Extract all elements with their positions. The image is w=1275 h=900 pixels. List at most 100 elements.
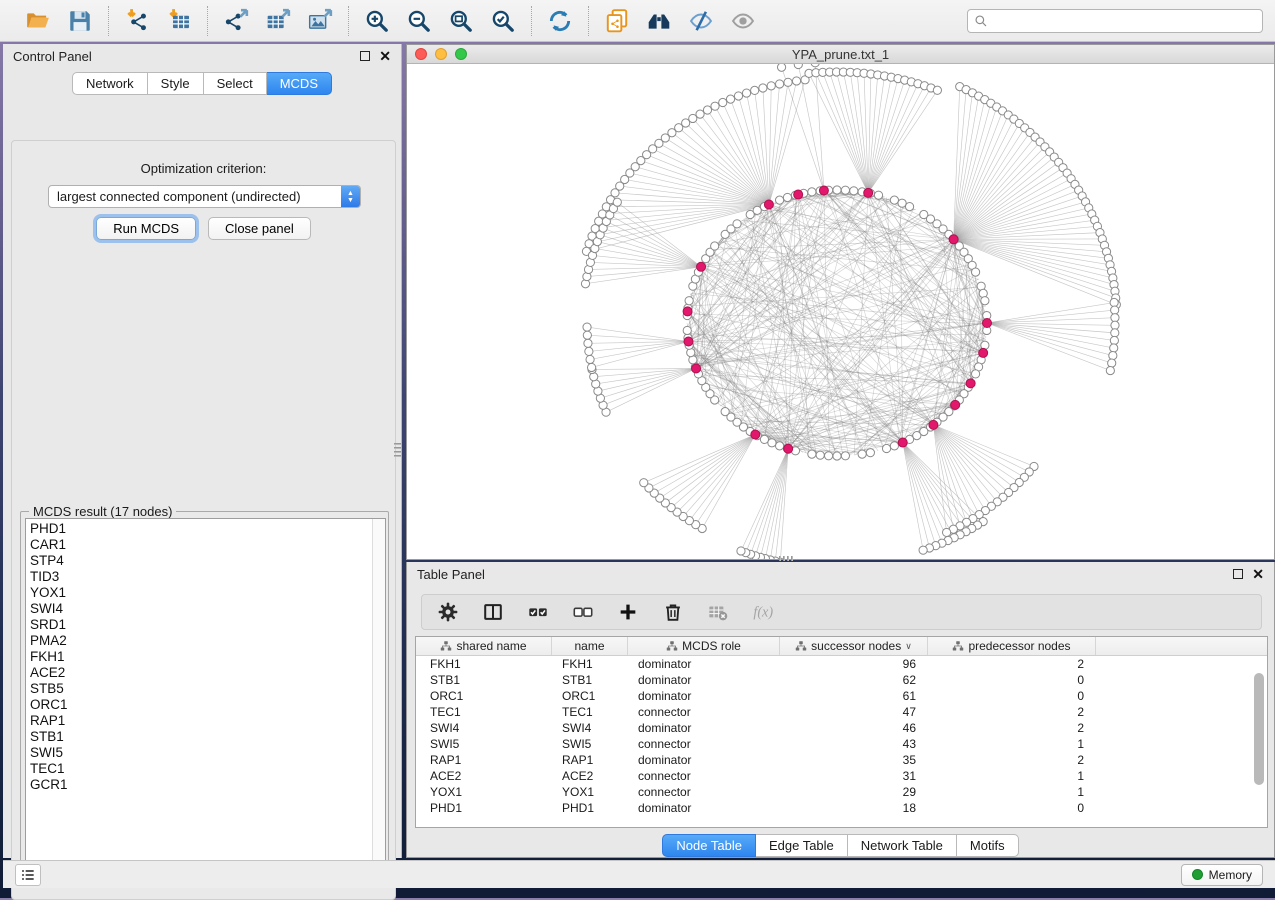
table-body: FKH1FKH1dominator962STB1STB1dominator620… (416, 656, 1267, 816)
memory-status-icon (1192, 869, 1203, 880)
network-canvas[interactable] (407, 64, 1274, 559)
sitemap-icon (795, 640, 807, 652)
tab-node-table[interactable]: Node Table (662, 834, 756, 857)
table-row[interactable]: FKH1FKH1dominator962 (416, 656, 1267, 672)
vertical-splitter[interactable] (394, 443, 401, 461)
delete-column-icon[interactable] (659, 598, 687, 626)
export-table-icon[interactable] (264, 7, 292, 35)
tab-network-table[interactable]: Network Table (848, 834, 957, 857)
mcds-result-title: MCDS result (17 nodes) (29, 504, 176, 519)
tab-network[interactable]: Network (72, 72, 148, 95)
tab-motifs[interactable]: Motifs (957, 834, 1019, 857)
mcds-result-item[interactable]: ORC1 (30, 697, 372, 713)
table-panel: Table Panel ✕ f(x) shared namenameMCDS r… (406, 562, 1275, 858)
zoom-fit-icon[interactable] (447, 7, 475, 35)
cell-MCDS-role: connector (628, 737, 780, 751)
zoom-in-icon[interactable] (363, 7, 391, 35)
mcds-result-item[interactable]: YOX1 (30, 585, 372, 601)
cell-name: FKH1 (552, 657, 628, 671)
mcds-result-item[interactable]: STB1 (30, 729, 372, 745)
horizontal-splitter[interactable] (779, 556, 797, 561)
table-row[interactable]: YOX1YOX1connector291 (416, 784, 1267, 800)
run-mcds-button[interactable]: Run MCDS (96, 217, 196, 240)
tab-select[interactable]: Select (204, 72, 267, 95)
mcds-result-item[interactable]: FKH1 (30, 649, 372, 665)
mcds-result-item[interactable]: PHD1 (30, 521, 372, 537)
table-scrollbar[interactable] (1253, 659, 1265, 823)
cell-name: SWI5 (552, 737, 628, 751)
close-panel-button[interactable]: Close panel (208, 217, 311, 240)
mcds-result-item[interactable]: RAP1 (30, 713, 372, 729)
search-input[interactable] (992, 14, 1256, 28)
hide-panel-icon[interactable] (687, 7, 715, 35)
table-row[interactable]: STB1STB1dominator620 (416, 672, 1267, 688)
mcds-result-item[interactable]: STP4 (30, 553, 372, 569)
mcds-result-item[interactable]: CAR1 (30, 537, 372, 553)
close-table-panel-icon[interactable]: ✕ (1252, 569, 1264, 579)
import-network-icon[interactable] (123, 7, 151, 35)
table-row[interactable]: PHD1PHD1dominator180 (416, 800, 1267, 816)
zoom-selected-icon[interactable] (489, 7, 517, 35)
gear-icon[interactable] (434, 598, 462, 626)
table-row[interactable]: TEC1TEC1connector472 (416, 704, 1267, 720)
memory-button[interactable]: Memory (1181, 864, 1263, 886)
table-panel-title: Table Panel (417, 567, 485, 582)
mcds-result-list[interactable]: PHD1CAR1STP4TID3YOX1SWI4SRD1PMA2FKH1ACE2… (25, 518, 386, 882)
search-binoculars-icon[interactable] (645, 7, 673, 35)
mcds-result-item[interactable]: SWI5 (30, 745, 372, 761)
close-panel-icon[interactable]: ✕ (379, 51, 391, 61)
cell-shared-name: FKH1 (416, 657, 552, 671)
criterion-select[interactable]: largest connected component (undirected)… (48, 185, 361, 208)
columns-icon[interactable] (479, 598, 507, 626)
mcds-result-item[interactable]: TEC1 (30, 761, 372, 777)
cell-MCDS-role: connector (628, 705, 780, 719)
cell-name: STB1 (552, 673, 628, 687)
mcds-result-item[interactable]: SRD1 (30, 617, 372, 633)
delete-table-icon (704, 598, 732, 626)
tab-style[interactable]: Style (148, 72, 204, 95)
table-row[interactable]: ORC1ORC1dominator610 (416, 688, 1267, 704)
mcds-result-item[interactable]: TID3 (30, 569, 372, 585)
mcds-result-item[interactable]: STB5 (30, 681, 372, 697)
deselect-all-icon[interactable] (569, 598, 597, 626)
cell-shared-name: RAP1 (416, 753, 552, 767)
column-header-shared-name[interactable]: shared name (416, 637, 552, 655)
select-all-icon[interactable] (524, 598, 552, 626)
network-doc-icon[interactable] (603, 7, 631, 35)
network-titlebar[interactable]: YPA_prune.txt_1 (407, 45, 1274, 64)
table-scrollbar-thumb[interactable] (1254, 673, 1264, 785)
float-table-panel-icon[interactable] (1233, 569, 1243, 579)
cell-shared-name: TEC1 (416, 705, 552, 719)
tab-mcds[interactable]: MCDS (267, 72, 332, 95)
table-row[interactable]: SWI4SWI4dominator462 (416, 720, 1267, 736)
task-history-button[interactable] (15, 864, 41, 886)
open-file-icon[interactable] (24, 7, 52, 35)
refresh-icon[interactable] (546, 7, 574, 35)
add-column-icon[interactable] (614, 598, 642, 626)
mcds-result-group: MCDS result (17 nodes) PHD1CAR1STP4TID3Y… (20, 511, 389, 885)
table-row[interactable]: ACE2ACE2connector311 (416, 768, 1267, 784)
zoom-out-icon[interactable] (405, 7, 433, 35)
save-session-icon[interactable] (66, 7, 94, 35)
column-header-predecessor-nodes[interactable]: predecessor nodes (928, 637, 1096, 655)
mcds-result-item[interactable]: ACE2 (30, 665, 372, 681)
network-title: YPA_prune.txt_1 (407, 47, 1274, 62)
control-panel-title: Control Panel (13, 49, 92, 64)
cell-MCDS-role: dominator (628, 689, 780, 703)
control-panel: Control Panel ✕ NetworkStyleSelectMCDS O… (3, 44, 402, 858)
column-header-MCDS-role[interactable]: MCDS role (628, 637, 780, 655)
mcds-result-item[interactable]: PMA2 (30, 633, 372, 649)
mcds-list-scrollbar[interactable] (372, 519, 385, 881)
mcds-result-item[interactable]: GCR1 (30, 777, 372, 793)
search-box[interactable] (967, 9, 1263, 33)
export-network-icon[interactable] (222, 7, 250, 35)
column-header-name[interactable]: name (552, 637, 628, 655)
import-table-icon[interactable] (165, 7, 193, 35)
tab-edge-table[interactable]: Edge Table (756, 834, 848, 857)
mcds-result-item[interactable]: SWI4 (30, 601, 372, 617)
float-panel-icon[interactable] (360, 51, 370, 61)
export-image-icon[interactable] (306, 7, 334, 35)
column-header-successor-nodes[interactable]: successor nodes∨ (780, 637, 928, 655)
table-row[interactable]: SWI5SWI5connector431 (416, 736, 1267, 752)
table-row[interactable]: RAP1RAP1dominator352 (416, 752, 1267, 768)
